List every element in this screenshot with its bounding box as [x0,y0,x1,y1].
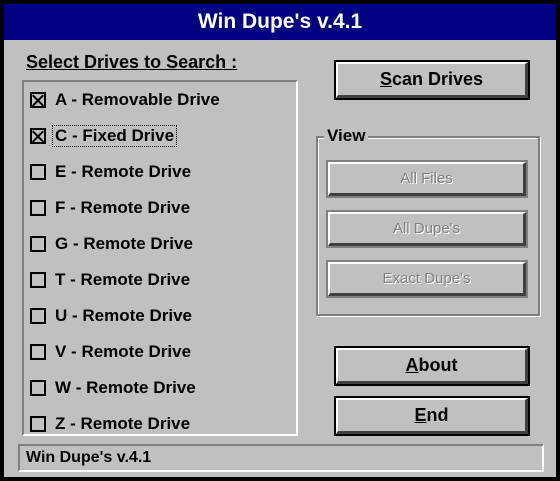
drive-item-u[interactable]: U - Remote Drive [30,302,195,330]
drive-item-v[interactable]: V - Remote Drive [30,338,194,366]
client-area: Select Drives to Search : A - Removable … [4,40,556,477]
drive-item-z[interactable]: Z - Remote Drive [30,410,193,438]
checkbox[interactable] [30,164,46,180]
drive-item-c[interactable]: C - Fixed Drive [30,122,178,150]
title-bar[interactable]: Win Dupe's v.4.1 [4,4,556,40]
drive-item-g[interactable]: G - Remote Drive [30,230,196,258]
drive-item-w[interactable]: W - Remote Drive [30,374,199,402]
scan-drives-button[interactable]: Scan Drives [334,60,530,100]
drive-label: U - Remote Drive [55,306,192,325]
all-dupes-button[interactable]: All Dupe's [326,210,528,248]
drive-label: G - Remote Drive [55,234,193,253]
drive-item-t[interactable]: T - Remote Drive [30,266,193,294]
checkbox[interactable] [30,344,46,360]
checkbox[interactable] [30,92,46,108]
exact-dupes-button[interactable]: Exact Dupe's [326,260,528,298]
end-label: nd [426,405,449,425]
checkbox[interactable] [30,380,46,396]
view-legend: View [324,126,369,146]
drive-label: E - Remote Drive [55,162,192,181]
about-label: bout [418,355,458,375]
status-bar: Win Dupe's v.4.1 [18,444,544,472]
checkbox[interactable] [30,308,46,324]
drive-label: W - Remote Drive [55,378,196,397]
end-button[interactable]: End [334,396,530,436]
drive-item-f[interactable]: F - Remote Drive [30,194,193,222]
checkbox[interactable] [30,272,46,288]
drive-label: F - Remote Drive [55,198,191,217]
drive-label: V - Remote Drive [55,342,192,361]
select-drives-label: Select Drives to Search : [26,52,238,72]
checkbox[interactable] [30,200,46,216]
app-window: Win Dupe's v.4.1 Select Drives to Search… [0,0,560,481]
drive-label: A - Removable Drive [55,90,220,109]
scan-label: can Drives [391,69,484,89]
drive-label: Z - Remote Drive [55,414,191,433]
drive-label: C - Fixed Drive [52,125,178,147]
drive-item-a[interactable]: A - Removable Drive [30,86,223,114]
checkbox[interactable] [30,128,46,144]
end-mnemonic: E [414,405,427,425]
all-files-button[interactable]: All Files [326,160,528,198]
drive-list: A - Removable Drive C - Fixed Drive E - … [22,80,298,436]
about-button[interactable]: About [334,346,530,386]
checkbox[interactable] [30,236,46,252]
drive-label: T - Remote Drive [55,270,191,289]
drive-item-e[interactable]: E - Remote Drive [30,158,194,186]
about-mnemonic: A [405,355,419,375]
scan-mnemonic: S [379,69,392,89]
checkbox[interactable] [30,416,46,432]
